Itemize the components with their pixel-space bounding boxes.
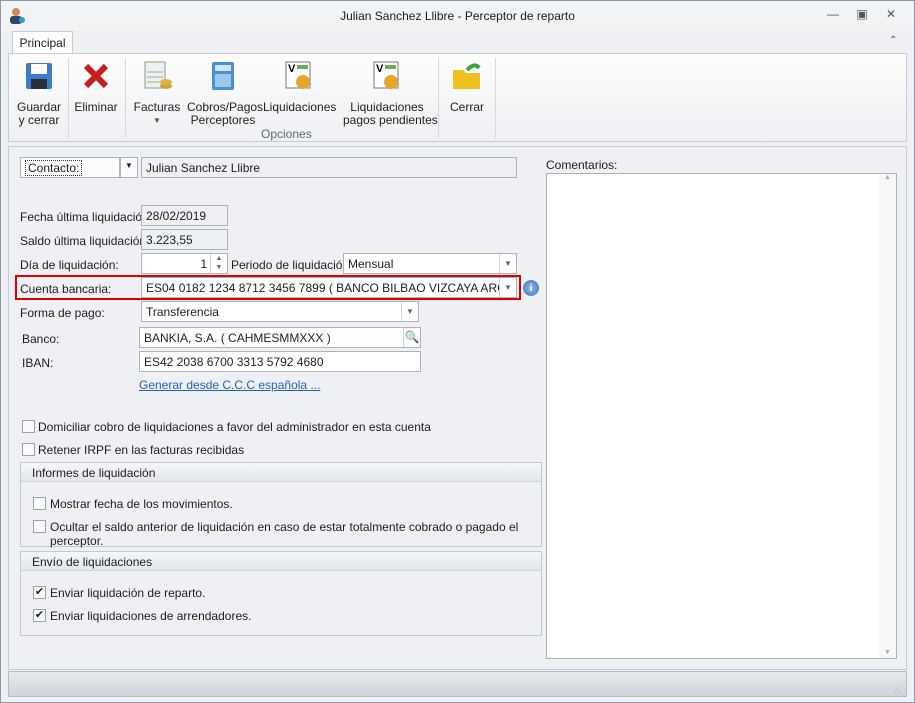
liquidaciones-label: Liquidaciones [263, 100, 337, 114]
iban-label: IBAN: [22, 356, 54, 370]
fecha-label: Fecha última liquidación: [20, 210, 153, 224]
forma-label: Forma de pago: [20, 306, 105, 320]
resize-grip-icon[interactable]: ∴ [894, 685, 900, 696]
contacto-field: Julian Sanchez Llibre [141, 157, 517, 178]
comentarios-textarea[interactable]: ▲ ▼ [546, 173, 897, 659]
title-bar: Julian Sanchez Llibre - Perceptor de rep… [1, 1, 914, 31]
generar-ccc-link[interactable]: Generar desde C.C.C española ... [139, 378, 320, 392]
liquidaciones-pendientes-button[interactable]: V Liquidaciones pagos pendientes [343, 60, 438, 127]
ocultar-saldo-label: Ocultar el saldo anterior de liquidación… [50, 520, 519, 548]
svg-text:V: V [376, 63, 384, 75]
spin-icon[interactable]: ▲ ▼ [210, 254, 227, 273]
contacto-dropdown-button[interactable]: ▼ [120, 157, 138, 178]
invoice-coins-icon [144, 61, 172, 89]
domiciliar-checkbox[interactable] [22, 420, 35, 433]
iban-field[interactable]: ES42 2038 6700 3313 5792 4680 [139, 351, 421, 372]
magnifier-search-icon[interactable]: 🔍 [403, 328, 420, 347]
info-icon[interactable]: i [523, 280, 539, 296]
informes-title: Informes de liquidación [21, 463, 541, 482]
tab-principal[interactable]: Principal [12, 31, 73, 54]
cuenta-label: Cuenta bancaria: [20, 282, 112, 296]
enviar-reparto-label: Enviar liquidación de reparto. [50, 586, 206, 600]
saldo-field: 3.223,55 [141, 229, 228, 250]
red-x-delete-icon [83, 63, 109, 89]
ocultar-saldo-checkbox[interactable] [33, 520, 46, 533]
periodo-select[interactable]: Mensual ▼ [343, 253, 517, 274]
cobros-pagos-label: Cobros/Pagos Perceptores [187, 100, 264, 127]
enviar-arrendadores-label: Enviar liquidaciones de arrendadores. [50, 609, 252, 623]
contacto-selector[interactable]: Contacto: [20, 157, 120, 178]
banco-field[interactable]: BANKIA, S.A. ( CAHMESMMXXX ) 🔍 [139, 327, 421, 348]
chevron-down-icon: ▼ [499, 278, 516, 297]
saldo-label: Saldo última liquidación: [20, 234, 150, 248]
cuenta-select[interactable]: ES04 0182 1234 8712 3456 7899 ( BANCO BI… [141, 277, 517, 298]
enviar-arrendadores-checkbox[interactable]: ✔ [33, 609, 46, 622]
group-label-opciones: Opciones [261, 127, 312, 141]
retener-checkbox[interactable] [22, 443, 35, 456]
comentarios-label: Comentarios: [546, 158, 618, 172]
certificate-icon: V [373, 61, 399, 89]
ribbon: Guardar y cerrar Eliminar Facturas ▼ Cob… [8, 53, 907, 142]
dia-stepper[interactable]: 1 ▲ ▼ [141, 253, 228, 274]
domiciliar-label: Domiciliar cobro de liquidaciones a favo… [38, 420, 431, 434]
scrollbar[interactable]: ▲ ▼ [879, 174, 896, 658]
retener-label: Retener IRPF en las facturas recibidas [38, 443, 245, 457]
close-button[interactable]: ✕ [881, 7, 901, 25]
cobros-pagos-button[interactable]: Cobros/Pagos Perceptores [187, 60, 264, 127]
status-bar [8, 671, 907, 697]
fecha-field: 28/02/2019 [141, 205, 228, 226]
floppy-save-icon [26, 63, 52, 89]
scroll-down-icon[interactable]: ▼ [879, 649, 896, 656]
dia-label: Día de liquidación: [20, 258, 119, 272]
envio-title: Envío de liquidaciones [21, 552, 541, 571]
maximize-button[interactable]: ▣ [852, 7, 872, 25]
periodo-label: Periodo de liquidación: [231, 258, 353, 272]
enviar-reparto-checkbox[interactable]: ✔ [33, 586, 46, 599]
minimize-button[interactable]: — [823, 7, 843, 25]
mostrar-fecha-label: Mostrar fecha de los movimientos. [50, 497, 233, 511]
collapse-ribbon-icon[interactable]: ⌃ [889, 35, 897, 46]
facturas-button[interactable]: Facturas ▼ [131, 60, 183, 127]
folder-exit-icon [453, 63, 481, 89]
dropdown-arrow-icon: ▼ [153, 116, 161, 125]
liquidaciones-pendientes-label: Liquidaciones pagos pendientes [343, 100, 438, 127]
envio-group: Envío de liquidaciones ✔ Enviar liquidac… [20, 551, 542, 636]
forma-pago-select[interactable]: Transferencia ▼ [141, 301, 419, 322]
certificate-icon: V [285, 61, 311, 89]
scroll-up-icon[interactable]: ▲ [879, 174, 896, 181]
mostrar-fecha-checkbox[interactable] [33, 497, 46, 510]
save-close-button[interactable]: Guardar y cerrar [13, 60, 65, 127]
save-close-label: Guardar y cerrar [16, 100, 62, 127]
cerrar-label: Cerrar [449, 100, 484, 114]
window-title: Julian Sanchez Llibre - Perceptor de rep… [340, 9, 575, 23]
facturas-label: Facturas [133, 100, 181, 114]
svg-text:V: V [288, 63, 296, 75]
liquidaciones-button[interactable]: V Liquidaciones [263, 60, 337, 114]
chevron-down-icon: ▼ [401, 302, 418, 321]
chevron-down-icon: ▼ [499, 254, 516, 273]
cerrar-button[interactable]: Cerrar [442, 60, 492, 114]
informes-group: Informes de liquidación Mostrar fecha de… [20, 462, 542, 548]
window: Julian Sanchez Llibre - Perceptor de rep… [0, 0, 915, 703]
delete-label: Eliminar [74, 100, 118, 114]
calculator-icon [212, 62, 234, 90]
banco-label: Banco: [22, 332, 60, 346]
delete-button[interactable]: Eliminar [71, 60, 121, 114]
